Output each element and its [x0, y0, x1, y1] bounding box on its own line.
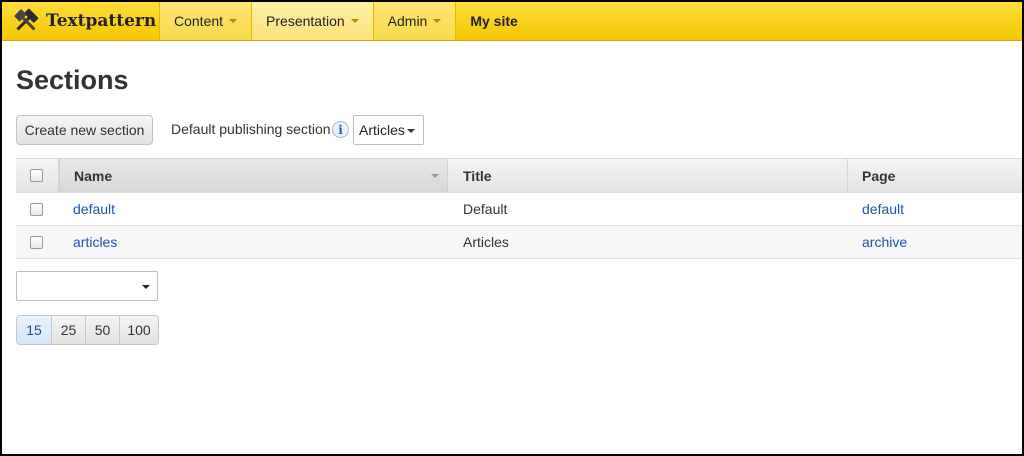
- sort-desc-icon: [431, 174, 439, 178]
- nav-content[interactable]: Content: [159, 2, 252, 40]
- page-size-25[interactable]: 25: [51, 316, 85, 344]
- chevron-down-icon: [350, 19, 359, 23]
- nav-content-label: Content: [174, 13, 224, 29]
- page-title: Sections: [16, 65, 129, 95]
- table-row: articles Articles archive: [16, 226, 1022, 259]
- chevron-down-icon: [142, 285, 150, 289]
- select-all-checkbox[interactable]: [30, 169, 43, 182]
- default-publishing-label: Default publishing section: [171, 121, 331, 137]
- row-checkbox[interactable]: [30, 235, 43, 249]
- page-size-15[interactable]: 15: [17, 316, 51, 344]
- section-title: Default: [463, 201, 508, 217]
- column-header-page-label: Page: [862, 167, 896, 184]
- section-name-link[interactable]: default: [73, 201, 115, 217]
- top-nav: Textpattern Content Presentation Admin M…: [2, 2, 1022, 41]
- chevron-down-icon: [407, 129, 415, 133]
- select-all-cell: [16, 159, 59, 192]
- brand-logo[interactable]: Textpattern: [2, 2, 159, 40]
- row-page-cell: default: [848, 193, 1022, 225]
- default-section-select[interactable]: Articles: [353, 115, 424, 145]
- page-size-100[interactable]: 100: [119, 316, 158, 344]
- nav-presentation-label: Presentation: [266, 13, 345, 29]
- section-page-link[interactable]: default: [862, 201, 904, 217]
- page-size-selector: 15 25 50 100: [16, 315, 159, 345]
- hammer-icon: [14, 8, 39, 31]
- table-row: default Default default: [16, 193, 1022, 226]
- app-window: Textpattern Content Presentation Admin M…: [0, 0, 1024, 456]
- chevron-down-icon: [229, 19, 238, 23]
- nav-my-site-label: My site: [470, 13, 518, 29]
- section-name-link[interactable]: articles: [73, 234, 117, 250]
- row-title-cell: Articles: [448, 226, 848, 258]
- column-header-name[interactable]: Name: [59, 159, 448, 192]
- section-title: Articles: [463, 234, 509, 250]
- nav-my-site[interactable]: My site: [455, 2, 531, 40]
- sections-table: Name Title Page default Default default: [16, 158, 1022, 259]
- brand-name: Textpattern: [46, 11, 157, 31]
- chevron-down-icon: [433, 19, 442, 23]
- row-name-cell: default: [59, 193, 448, 225]
- table-header: Name Title Page: [16, 159, 1022, 193]
- nav-presentation[interactable]: Presentation: [251, 2, 373, 40]
- nav-admin-label: Admin: [387, 13, 428, 29]
- column-header-page[interactable]: Page: [848, 159, 1022, 192]
- create-section-button[interactable]: Create new section: [16, 115, 153, 145]
- column-header-title[interactable]: Title: [448, 159, 848, 192]
- default-section-value: Articles: [359, 122, 405, 138]
- row-checkbox[interactable]: [30, 202, 43, 216]
- info-icon[interactable]: i: [332, 121, 349, 138]
- column-header-title-label: Title: [463, 167, 492, 184]
- row-check-cell: [16, 193, 59, 225]
- row-page-cell: archive: [848, 226, 1022, 258]
- row-title-cell: Default: [448, 193, 848, 225]
- section-page-link[interactable]: archive: [862, 234, 907, 250]
- page-size-50[interactable]: 50: [85, 316, 119, 344]
- column-header-name-label: Name: [74, 167, 113, 184]
- nav-admin[interactable]: Admin: [372, 2, 456, 40]
- row-check-cell: [16, 226, 59, 258]
- bulk-action-select[interactable]: [16, 271, 158, 301]
- row-name-cell: articles: [59, 226, 448, 258]
